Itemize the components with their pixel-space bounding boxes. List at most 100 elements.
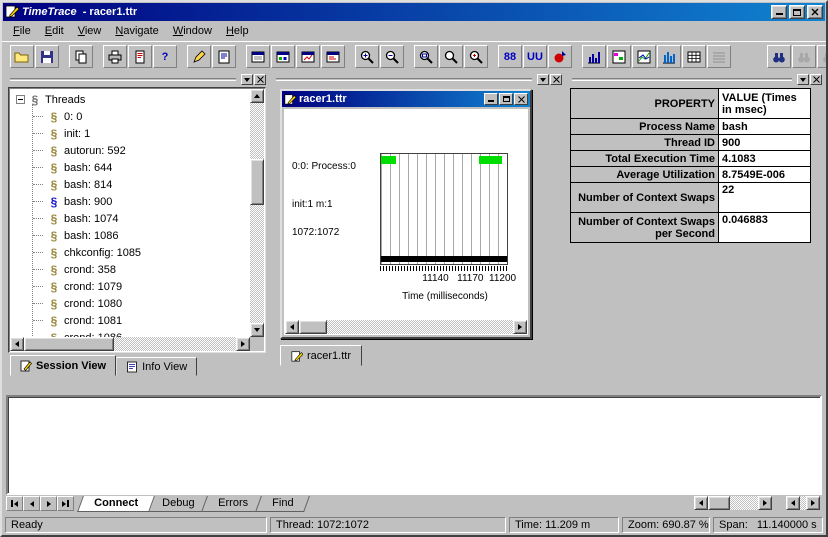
scroll-right-button[interactable]: [513, 320, 527, 334]
tree-item[interactable]: §bash: 1074: [46, 210, 250, 227]
drag-gripper[interactable]: [572, 78, 792, 81]
view-report-button[interactable]: [321, 45, 345, 68]
tree-item[interactable]: §chkconfig: 1085: [46, 244, 250, 261]
view-table-button[interactable]: [246, 45, 270, 68]
view-chart-button[interactable]: [271, 45, 295, 68]
tab-scroll-last-button[interactable]: [57, 496, 74, 511]
tree-item[interactable]: §init: 1: [46, 125, 250, 142]
tab-scroll-first-button[interactable]: [6, 496, 23, 511]
scroll-up-button[interactable]: [250, 89, 264, 103]
ruler-button[interactable]: [707, 45, 731, 68]
horizontal-scroll-thumb[interactable]: [24, 337, 114, 351]
mid-pane-collapse-button[interactable]: [537, 74, 549, 85]
menu-help[interactable]: Help: [219, 23, 256, 39]
menu-file[interactable]: File: [6, 23, 38, 39]
close-button[interactable]: [807, 5, 823, 19]
minimize-button[interactable]: [771, 5, 787, 19]
menu-window[interactable]: Window: [166, 23, 219, 39]
trace-maximize-button[interactable]: [499, 93, 513, 105]
scroll-left-button[interactable]: [786, 496, 800, 510]
save-button[interactable]: [35, 45, 59, 68]
tree-item[interactable]: §bash: 1086: [46, 227, 250, 244]
right-pane-strip[interactable]: [570, 74, 822, 86]
tab-scroll-right-button[interactable]: [40, 496, 57, 511]
output-console[interactable]: [6, 395, 822, 495]
output-horizontal-scrollbar[interactable]: [694, 496, 772, 510]
left-pane-collapse-button[interactable]: [241, 74, 253, 85]
trace-document-tab[interactable]: racer1.ttr: [280, 345, 362, 366]
trace-window-titlebar[interactable]: racer1.ttr: [282, 91, 530, 107]
right-pane-close-button[interactable]: [810, 74, 822, 85]
numbers-button[interactable]: 88: [498, 45, 522, 68]
open-button[interactable]: [10, 45, 34, 68]
marker-button[interactable]: [548, 45, 572, 68]
tree-item-selected[interactable]: §bash: 900: [46, 193, 250, 210]
scroll-right-button[interactable]: [236, 337, 250, 351]
tree-item[interactable]: §bash: 814: [46, 176, 250, 193]
grid-button[interactable]: [682, 45, 706, 68]
trace-minimize-button[interactable]: [484, 93, 498, 105]
scroll-left-button[interactable]: [694, 496, 708, 510]
print-button[interactable]: [103, 45, 127, 68]
find-button[interactable]: [767, 45, 791, 68]
tree-item[interactable]: §crond: 1079: [46, 278, 250, 295]
left-pane-close-button[interactable]: [254, 74, 266, 85]
zoom-region-button[interactable]: [414, 45, 438, 68]
drag-gripper[interactable]: [276, 78, 532, 81]
scroll-right-button[interactable]: [758, 496, 772, 510]
histogram-button[interactable]: [582, 45, 606, 68]
output-secondary-scrollbar[interactable]: [786, 496, 820, 510]
find-backward-button[interactable]: [817, 45, 828, 68]
trace-horizontal-scrollbar[interactable]: [285, 320, 527, 334]
tree-item[interactable]: §crond: 358: [46, 261, 250, 278]
menu-view[interactable]: View: [71, 23, 109, 39]
zoom-span-button[interactable]: [464, 45, 488, 68]
find-forward-button[interactable]: [792, 45, 816, 68]
scroll-left-button[interactable]: [10, 337, 24, 351]
horizontal-scroll-thumb[interactable]: [299, 320, 327, 334]
horizontal-scroll-thumb[interactable]: [708, 496, 730, 510]
zoom-fit-button[interactable]: [439, 45, 463, 68]
collapse-expander-icon[interactable]: [16, 95, 25, 104]
vertical-scroll-thumb[interactable]: [250, 159, 264, 205]
line-chart-button[interactable]: [632, 45, 656, 68]
bar-chart-button[interactable]: [657, 45, 681, 68]
left-pane-strip[interactable]: [8, 74, 266, 86]
tab-find[interactable]: Find: [255, 496, 310, 512]
trace-plot-area[interactable]: [380, 153, 508, 265]
tab-scroll-left-button[interactable]: [23, 496, 40, 511]
right-pane-collapse-button[interactable]: [797, 74, 809, 85]
tree-item[interactable]: §bash: 644: [46, 159, 250, 176]
copy-button[interactable]: [69, 45, 93, 68]
menu-navigate[interactable]: Navigate: [108, 23, 165, 39]
help-button[interactable]: ?: [153, 45, 177, 68]
zoom-out-button[interactable]: [380, 45, 404, 68]
menu-edit[interactable]: Edit: [38, 23, 71, 39]
tab-connect[interactable]: Connect: [77, 496, 155, 512]
brackets-button[interactable]: UU: [523, 45, 547, 68]
view-graph-button[interactable]: [296, 45, 320, 68]
scroll-right-button[interactable]: [806, 496, 820, 510]
edit-button[interactable]: [187, 45, 211, 68]
tree-item[interactable]: §crond: 1081: [46, 312, 250, 329]
print-preview-button[interactable]: [128, 45, 152, 68]
scroll-left-button[interactable]: [285, 320, 299, 334]
maximize-button[interactable]: [789, 5, 805, 19]
tree-item[interactable]: §autorun: 592: [46, 142, 250, 159]
scroll-down-button[interactable]: [250, 323, 264, 337]
tab-session-view[interactable]: Session View: [10, 355, 116, 376]
colored-chart-button[interactable]: [607, 45, 631, 68]
mid-pane-strip[interactable]: [274, 74, 562, 86]
tree-item[interactable]: §crond: 1080: [46, 295, 250, 312]
tree-horizontal-scrollbar[interactable]: [10, 337, 250, 351]
properties-button[interactable]: [212, 45, 236, 68]
mid-pane-close-button[interactable]: [550, 74, 562, 85]
trace-close-button[interactable]: [514, 93, 528, 105]
tree-root[interactable]: § Threads: [16, 91, 250, 108]
tree-item[interactable]: §0: 0: [46, 108, 250, 125]
tree-item[interactable]: §crond: 1086: [46, 329, 250, 337]
drag-gripper[interactable]: [10, 78, 236, 81]
tab-info-view[interactable]: Info View: [116, 357, 197, 376]
tree-vertical-scrollbar[interactable]: [250, 89, 264, 337]
zoom-in-button[interactable]: [355, 45, 379, 68]
